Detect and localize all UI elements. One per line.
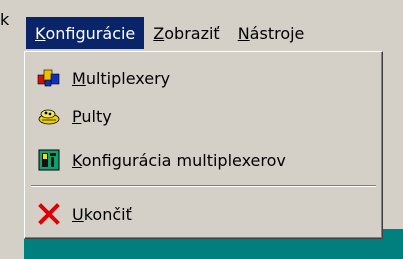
menu-bar: Konfigurácie Zobraziť Nástroje xyxy=(24,15,403,51)
menu-nastroje[interactable]: Nástroje xyxy=(229,17,314,49)
menu-item-pulty[interactable]: Pulty xyxy=(29,100,378,132)
menu-zobrazit[interactable]: Zobraziť xyxy=(144,17,228,49)
app-background xyxy=(0,0,24,259)
menu-konfiguracie-accesskey: K xyxy=(35,23,46,43)
menu-item-multiplexery-label: ultiplexery xyxy=(85,68,171,88)
multiplexer-icon xyxy=(37,66,61,90)
menu-konfiguracie[interactable]: Konfigurácie xyxy=(26,17,145,49)
menu-konfiguracie-label: onfigurácie xyxy=(45,23,136,43)
menu-item-ukoncit[interactable]: Ukončiť xyxy=(29,198,378,230)
menu-item-ukoncit-accesskey: U xyxy=(72,204,84,224)
menu-item-pulty-accesskey: P xyxy=(72,106,82,126)
menu-item-multiplexery[interactable]: Multiplexery xyxy=(29,62,378,94)
menu-nastroje-label: ástroje xyxy=(249,23,305,43)
menu-item-konfiguracia-multiplexerov[interactable]: Konfigurácia multiplexerov xyxy=(29,144,378,176)
menu-item-konfiguracia-label: onfigurácia multiplexerov xyxy=(81,150,286,170)
menu-zobrazit-accesskey: Z xyxy=(153,23,165,43)
exit-icon xyxy=(37,202,61,226)
menu-item-pulty-label: ulty xyxy=(81,106,112,126)
menu-nastroje-accesskey: N xyxy=(237,23,250,43)
menu-item-ukoncit-label: končiť xyxy=(83,204,132,224)
menu-item-konfiguracia-accesskey: K xyxy=(72,150,82,170)
konfiguracie-dropdown-menu: Multiplexery Pulty Konfigurácia multiple… xyxy=(24,51,383,239)
console-icon xyxy=(37,104,61,128)
app-background-right xyxy=(382,54,403,229)
multiplexer-config-icon xyxy=(37,148,61,172)
window-title-fragment: k xyxy=(0,10,10,29)
menu-separator xyxy=(31,185,376,187)
menu-item-multiplexery-accesskey: M xyxy=(72,68,86,88)
menu-zobrazit-label: obraziť xyxy=(164,23,220,43)
